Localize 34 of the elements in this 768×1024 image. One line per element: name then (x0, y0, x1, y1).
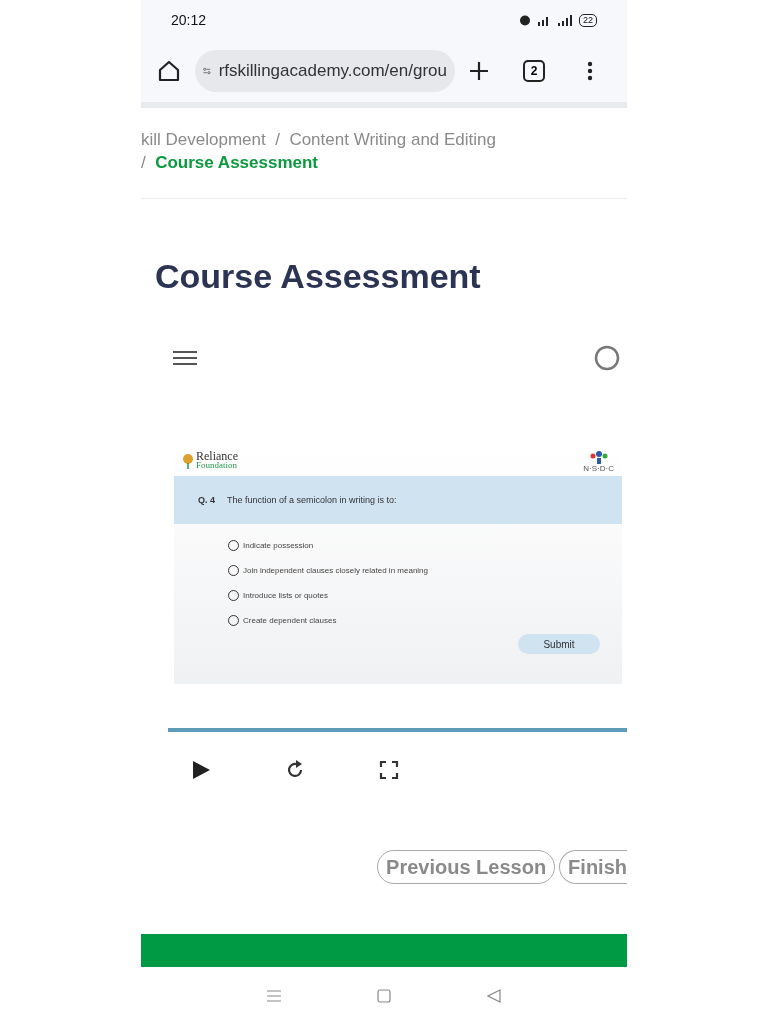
breadcrumb-separator: / (275, 130, 280, 149)
breadcrumb-link[interactable]: Content Writing and Editing (289, 130, 496, 149)
menu-icon[interactable] (587, 61, 593, 81)
people-icon (588, 449, 609, 464)
signal-icon (537, 14, 551, 26)
question-number: Q. 4 (198, 495, 215, 505)
back-icon[interactable] (487, 988, 501, 1003)
option-label[interactable]: Join independent clauses closely related in meaning (243, 566, 428, 575)
menu-icon[interactable] (173, 350, 197, 366)
fullscreen-icon[interactable] (379, 760, 399, 780)
page-title: Course Assessment (155, 257, 482, 296)
replay-icon[interactable] (285, 760, 305, 780)
breadcrumb-separator: / (141, 153, 146, 172)
signal-icon (557, 14, 573, 26)
logo-text: Reliance (196, 452, 238, 461)
option-label[interactable]: Indicate possession (243, 541, 314, 550)
submit-button[interactable]: Submit (518, 634, 600, 654)
battery-indicator: 22 (579, 13, 597, 27)
logo-text: Foundation (196, 461, 238, 470)
new-tab-icon[interactable] (469, 61, 489, 81)
tab-switcher-button[interactable]: 2 (523, 60, 545, 82)
loading-spinner-icon (593, 344, 621, 372)
flower-icon (182, 453, 194, 469)
option-label[interactable]: Introduce lists or quotes (243, 591, 328, 600)
home-icon[interactable] (157, 59, 181, 83)
breadcrumb-current: Course Assessment (155, 153, 318, 172)
address-field[interactable]: rfskillingacademy.com/en/grou (195, 50, 455, 92)
status-time: 20:12 (171, 12, 207, 28)
breadcrumb-link[interactable]: kill Development (141, 130, 266, 149)
option-label[interactable]: Create dependent clauses (243, 616, 337, 625)
play-icon[interactable] (191, 760, 211, 780)
logo-text: N·S·D·C (583, 463, 614, 473)
question-text: The function of a semicolon in writing is to: (227, 495, 397, 505)
url-text: rfskillingacademy.com/en/grou (218, 61, 447, 81)
